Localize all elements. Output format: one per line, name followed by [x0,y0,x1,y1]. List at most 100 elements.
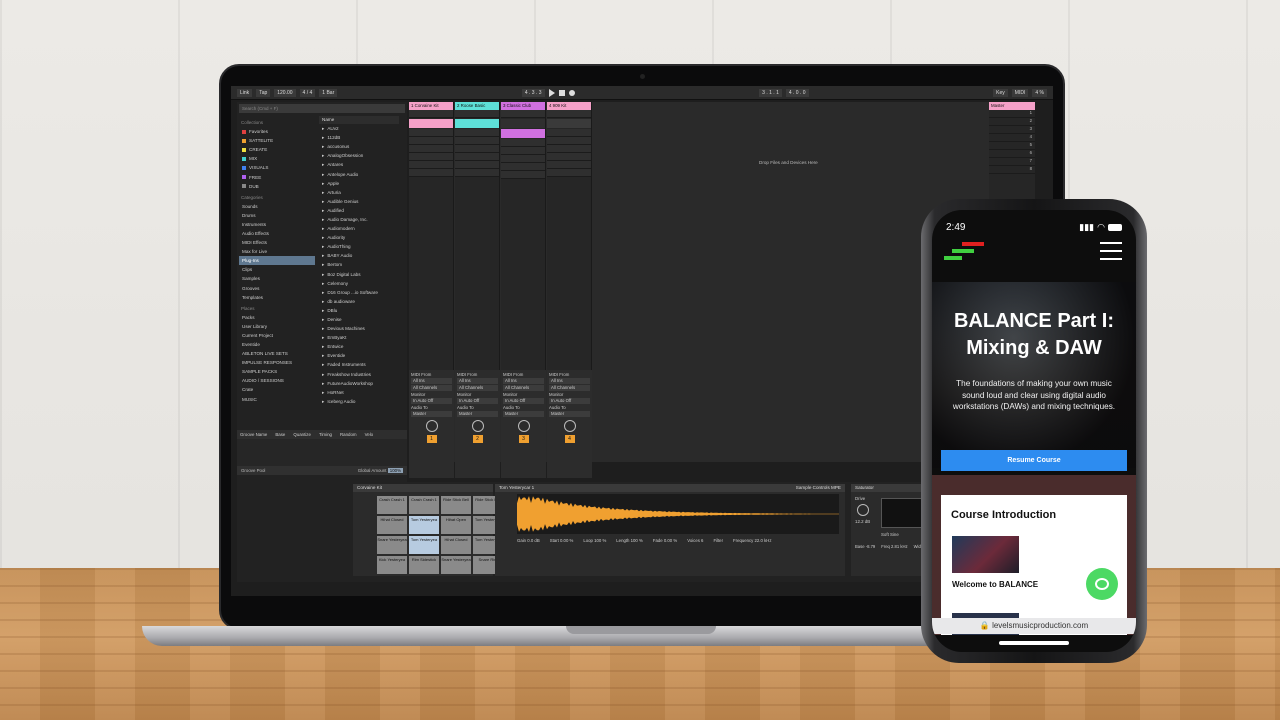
browser-item[interactable]: ▸ Audiomodern [319,224,399,233]
browser-item[interactable]: ▸ Audified [319,206,399,215]
tap-button[interactable]: Tap [256,88,271,97]
chat-button[interactable] [1086,568,1118,600]
clip-slot[interactable] [409,145,453,153]
browser-item[interactable]: ▸ AUv2 [319,124,399,133]
clip-slot[interactable] [501,171,545,179]
clip-slot[interactable] [501,155,545,163]
browser-item[interactable]: ▸ FutureAudioWorkshop [319,379,399,388]
clip-slot-filled[interactable] [547,119,591,128]
track-activator[interactable]: 2 [472,435,483,443]
browser-url-bar[interactable]: 🔒 levelsmusicproduction.com [932,618,1136,634]
simpler-param[interactable]: Voices 6 [687,538,703,543]
midi-from-select[interactable]: All Ins [549,378,590,384]
place-item[interactable]: Packs [239,313,315,322]
clip-slot[interactable] [501,163,545,171]
collection-item[interactable]: FREE [239,172,315,181]
track-header[interactable]: 2 Roose Basic [455,102,499,110]
monitor-toggle[interactable]: In Auto Off [503,398,544,404]
clip-slot[interactable] [501,147,545,155]
browser-item[interactable]: ▸ Antelope Audio [319,169,399,178]
simpler-tabs[interactable]: Sample Controls MPE [796,484,841,492]
browser-item[interactable]: ▸ Audio Damage, Inc. [319,215,399,224]
category-item[interactable]: Instruments [239,220,315,229]
browser-item[interactable]: ▸ 112dB [319,133,399,142]
key-map-button[interactable]: Key [993,88,1008,97]
clip-slot[interactable] [455,161,499,169]
category-item[interactable]: Max for Live [239,247,315,256]
clip-slot[interactable] [455,153,499,161]
clip-slot[interactable] [455,137,499,145]
track-activator[interactable]: 3 [518,435,529,443]
place-item[interactable]: User Library [239,322,315,331]
browser-item[interactable]: ▸ Denise [319,315,399,324]
pan-knob[interactable] [425,420,438,432]
clip-slot[interactable] [409,110,453,118]
groove-column-header[interactable]: Groove Name [240,432,267,437]
drum-pad[interactable]: Snare Yesteryea [441,556,471,574]
category-item[interactable]: Sounds [239,202,315,211]
groove-column-header[interactable]: Quantize [293,432,311,437]
play-icon[interactable] [548,88,555,97]
stop-icon[interactable] [558,89,565,96]
collection-item[interactable]: CREATE [239,145,315,154]
place-item[interactable]: IMPULSE RESPONSES [239,358,315,367]
clip-slot[interactable] [547,161,591,169]
groove-column-header[interactable]: Random [340,432,357,437]
browser-item[interactable]: ▸ Audible Genius [319,197,399,206]
clip-slot[interactable] [409,169,453,177]
browser-item[interactable]: ▸ db audioware [319,297,399,306]
browser-item[interactable]: ▸ Iceberg Audio [319,397,399,406]
clip-slot-filled[interactable] [501,119,545,128]
category-item[interactable]: Grooves [239,284,315,293]
groove-column-header[interactable]: Base [275,432,285,437]
clip-slot[interactable] [409,129,453,137]
scene-launch[interactable]: 6 [989,150,1035,158]
browser-item[interactable]: ▸ Eventide [319,351,399,360]
browser-item[interactable]: ▸ Devious Machines [319,324,399,333]
simpler-param[interactable]: Gain 0.0 dB [517,538,540,543]
browser-item[interactable]: ▸ Antares [319,160,399,169]
scene-launch[interactable]: 4 [989,134,1035,142]
drop-zone-text[interactable]: Drop Files and Devices Here [759,160,818,165]
simpler-param[interactable]: Fade 0.00 % [653,538,677,543]
track-activator[interactable]: 1 [426,435,437,443]
monitor-toggle[interactable]: In Auto Off [549,398,590,404]
record-icon[interactable] [568,89,575,96]
site-logo[interactable] [944,242,984,264]
scene-launch[interactable]: 1 [989,110,1035,118]
arrangement-position[interactable]: 4 . 3 . 3 [521,88,545,97]
collection-item[interactable]: VISUALS [239,163,315,172]
drum-pad[interactable]: Hihat Open [441,516,471,534]
collection-item[interactable]: SATTELITE [239,136,315,145]
scene-launch[interactable]: 3 [989,126,1035,134]
category-item[interactable]: Audio Effects [239,229,315,238]
clip-slot[interactable] [547,169,591,177]
drive-knob[interactable] [856,504,869,516]
channel-select[interactable]: All Channels [503,385,544,391]
simpler-param[interactable]: Loop 100 % [583,538,606,543]
audio-to-select[interactable]: Master [549,411,590,417]
midi-map-button[interactable]: MIDI [1011,88,1029,97]
category-item[interactable]: Samples [239,274,315,283]
drum-pad[interactable]: Rim Sidestick [409,556,439,574]
category-item[interactable]: MIDI Effects [239,238,315,247]
groove-column-header[interactable]: Timing [319,432,332,437]
clip-slot[interactable] [547,145,591,153]
midi-from-select[interactable]: All Ins [411,378,452,384]
lesson-thumbnail[interactable] [952,536,1019,573]
place-item[interactable]: Current Project [239,331,315,340]
track-header[interactable]: 3 Classic Club [501,102,545,110]
monitor-toggle[interactable]: In Auto Off [411,398,452,404]
scene-launch[interactable]: 2 [989,118,1035,126]
browser-item[interactable]: ▸ Entwice [319,342,399,351]
browser-item[interactable]: ▸ AnalogObsession [319,151,399,160]
channel-select[interactable]: All Channels [549,385,590,391]
master-track-header[interactable]: Master [989,102,1035,110]
name-column-header[interactable]: Name [319,116,399,124]
drum-pad[interactable]: Snare Yesteryea [377,536,407,554]
home-indicator[interactable] [999,641,1069,645]
drum-pad[interactable]: Tom Yesteryea [409,536,439,554]
clip-slot[interactable] [501,110,545,118]
groove-column-header[interactable]: Velo [365,432,374,437]
lesson-link[interactable]: Welcome to BALANCE [952,580,1038,589]
